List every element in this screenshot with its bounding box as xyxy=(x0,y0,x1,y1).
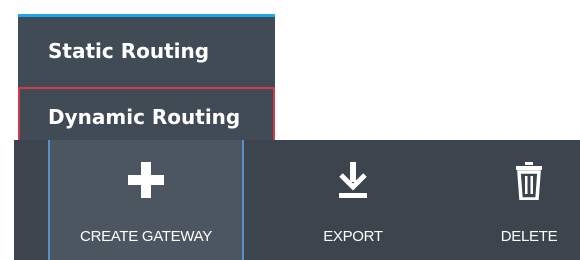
menu-item-dynamic-routing[interactable]: Dynamic Routing xyxy=(18,87,275,147)
download-icon xyxy=(337,162,369,202)
menu-item-static-routing[interactable]: Static Routing xyxy=(18,22,275,80)
toolbar: CREATE GATEWAY EXPORT DELETE xyxy=(14,140,580,260)
routing-screen: Static Routing Dynamic Routing CREATE GA… xyxy=(0,0,580,260)
export-label: EXPORT xyxy=(323,228,383,245)
delete-button[interactable]: DELETE xyxy=(478,140,580,260)
plus-icon xyxy=(128,162,164,202)
routing-dropdown-menu: Static Routing Dynamic Routing xyxy=(18,14,275,147)
menu-item-label: Static Routing xyxy=(48,39,210,63)
delete-label: DELETE xyxy=(500,228,558,245)
create-gateway-button[interactable]: CREATE GATEWAY xyxy=(48,140,244,260)
create-gateway-label: CREATE GATEWAY xyxy=(80,228,212,245)
export-button[interactable]: EXPORT xyxy=(288,140,418,260)
menu-item-label: Dynamic Routing xyxy=(48,105,241,129)
trash-icon xyxy=(516,162,542,204)
